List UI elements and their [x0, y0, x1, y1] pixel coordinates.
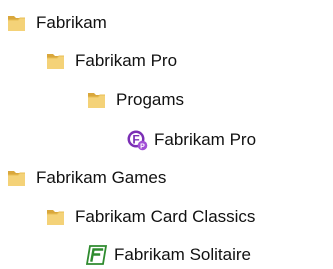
- fabrikam-solitaire-app-icon: [86, 245, 108, 265]
- tree-item-label: Fabrikam Pro: [75, 51, 178, 70]
- tree-item-fabrikam-pro-folder[interactable]: Fabrikam Pro: [45, 48, 177, 74]
- tree-item-fabrikam-pro-app[interactable]: F P Fabrikam Pro: [126, 127, 256, 153]
- tree-item-fabrikam[interactable]: Fabrikam: [6, 10, 107, 36]
- tree-item-label: Fabrikam Solitaire: [114, 245, 251, 264]
- tree-item-label: Fabrikam Card Classics: [75, 207, 256, 226]
- folder-icon: [88, 93, 105, 108]
- folder-icon: [47, 54, 64, 69]
- fabrikam-pro-app-icon: F P: [127, 130, 148, 151]
- tree-item-label: Fabrikam Games: [36, 168, 167, 187]
- tree-item-fabrikam-games[interactable]: Fabrikam Games: [6, 165, 166, 191]
- folder-icon: [8, 171, 25, 186]
- folder-icon: [47, 210, 64, 225]
- tree-item-label: Progams: [116, 90, 185, 109]
- tree-item-fabrikam-solitaire[interactable]: Fabrikam Solitaire: [86, 242, 251, 268]
- folder-icon: [8, 16, 25, 31]
- svg-text:P: P: [140, 143, 145, 150]
- tree-item-progams[interactable]: Progams: [86, 87, 184, 113]
- tree-item-label: Fabrikam: [36, 13, 107, 32]
- tree-item-label: Fabrikam Pro: [154, 130, 257, 149]
- tree-item-fabrikam-card-classics[interactable]: Fabrikam Card Classics: [45, 204, 255, 230]
